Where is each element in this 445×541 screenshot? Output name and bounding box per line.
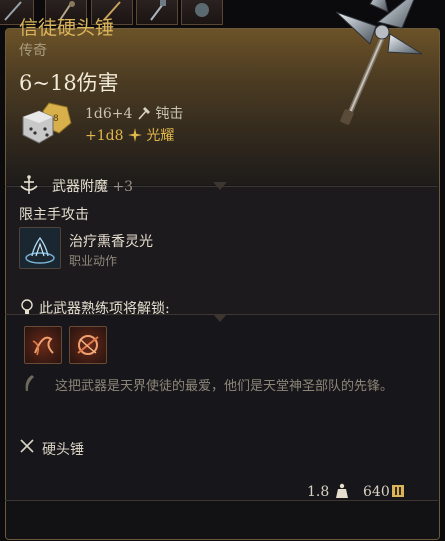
inventory-slot[interactable] (181, 0, 223, 25)
damage-line-bludgeoning: 1d6+4 钝击 (85, 103, 183, 123)
weapon-thumbnail-icon (195, 3, 209, 17)
mace-icon (335, 0, 423, 125)
proficiency-label: 此武器熟练项将解锁: (39, 301, 170, 317)
dice-icon: 8 (22, 102, 72, 144)
weapon-action-icon[interactable] (69, 326, 107, 364)
damage-type: 光耀 (146, 128, 175, 144)
item-price: 640 (363, 484, 390, 500)
incense-aura-icon[interactable] (19, 227, 61, 269)
coin-icon (392, 485, 404, 497)
enchant-label: 武器附魔 (52, 179, 108, 195)
inventory-slot[interactable] (136, 0, 178, 25)
damage-dice: 1d6+4 (85, 106, 133, 122)
item-weight: 1.8 (307, 484, 330, 500)
damage-total: 6~18伤害 (19, 71, 119, 95)
enchant-icon (20, 175, 38, 194)
spell-type: 职业动作 (69, 254, 118, 268)
damage-type: 钝击 (155, 106, 184, 122)
spell-name: 治疗熏香灵光 (69, 234, 153, 250)
damage-dice: +1d8 (85, 128, 124, 144)
divider-ornament (213, 182, 227, 190)
weapon-thumbnail-icon (150, 0, 166, 21)
crossed-weapons-icon (20, 439, 34, 453)
weight-icon (336, 483, 348, 498)
tooltip-footer (6, 501, 439, 539)
weapon-action-icon[interactable] (24, 326, 62, 364)
svg-text:8: 8 (53, 114, 59, 124)
sparkle-icon (127, 128, 142, 142)
flavor-text: 这把武器是天界使徒的最爱，他们是天堂神圣部队的先锋。 (55, 379, 394, 394)
restriction-text: 限主手攻击 (19, 207, 89, 223)
section-divider (5, 500, 438, 501)
lightbulb-icon (21, 299, 33, 314)
enchant-value: +3 (112, 179, 134, 195)
hammer-icon (138, 107, 150, 120)
divider-ornament (213, 314, 227, 322)
item-name: 信徒硬头锤 (19, 17, 115, 39)
damage-line-radiant: +1d8 光耀 (85, 125, 174, 145)
item-rarity: 传奇 (19, 43, 47, 59)
quill-icon (25, 375, 34, 391)
weapon-type: 硬头锤 (42, 442, 84, 458)
enchantment: 武器附魔 +3 (52, 176, 133, 196)
